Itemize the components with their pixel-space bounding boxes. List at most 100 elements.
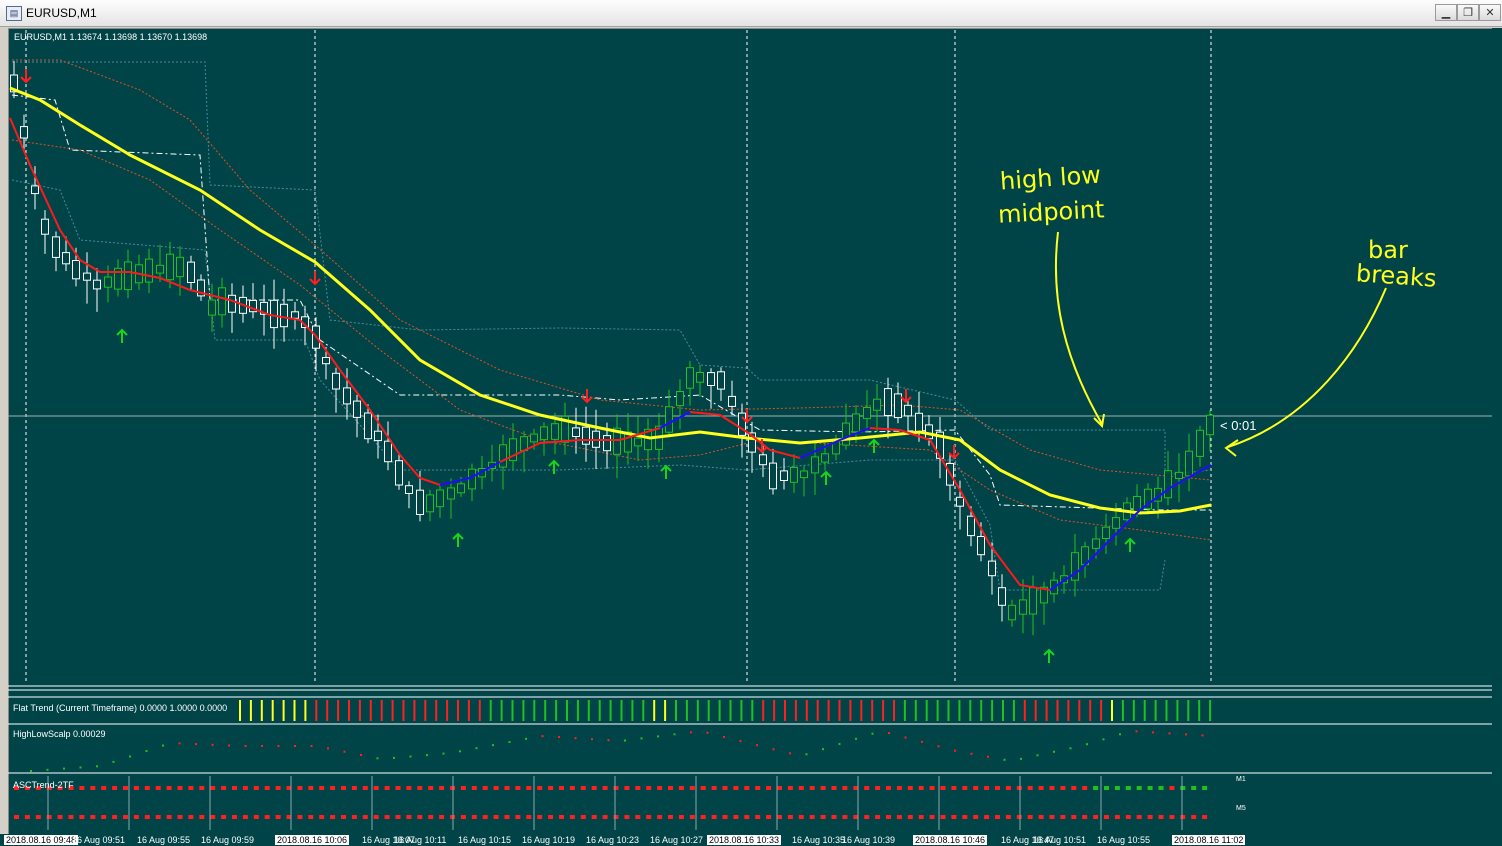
- candle: [436, 484, 444, 518]
- fast-ma-up-segment: [659, 411, 691, 429]
- time-axis-label: 16 Aug 10:39: [842, 835, 896, 845]
- asc-m5-block: [1202, 815, 1208, 819]
- asc-m1-block: [755, 786, 761, 790]
- asc-m5-block: [373, 815, 379, 819]
- asc-m5-block: [1071, 815, 1077, 819]
- candle-body: [20, 126, 28, 139]
- highlow-dot: [261, 745, 263, 747]
- asc-m1-block: [722, 786, 728, 790]
- asc-m5-block: [264, 815, 270, 819]
- highlow-dot: [96, 765, 98, 768]
- asc-m5-block: [351, 815, 357, 819]
- asc-m5-block: [591, 815, 597, 819]
- asc-m5-block: [362, 815, 368, 819]
- candle: [1081, 541, 1089, 578]
- candle-body: [780, 470, 788, 481]
- asc-tf2-label: M5: [1236, 805, 1246, 812]
- candle-body: [686, 367, 694, 389]
- highlow-dot: [541, 735, 544, 738]
- highlow-dot: [591, 738, 593, 741]
- asc-m1-block: [940, 786, 946, 790]
- highlow-dot: [376, 757, 379, 760]
- asc-m1-block: [907, 786, 913, 790]
- bar-note-line2: breaks: [1355, 259, 1438, 293]
- candle: [582, 406, 590, 462]
- candle: [717, 367, 725, 401]
- chart-canvas[interactable]: [0, 0, 1502, 846]
- candle-body: [384, 440, 392, 463]
- candle-body: [1008, 604, 1016, 621]
- candle: [228, 283, 236, 333]
- candle: [41, 210, 49, 254]
- highlow-dot: [640, 737, 643, 740]
- candle: [686, 360, 694, 406]
- candle-body: [374, 430, 382, 442]
- candle-body: [790, 467, 798, 483]
- asc-m1-block: [395, 786, 401, 790]
- asc-m5-block: [1049, 815, 1055, 819]
- highlow-dot: [937, 745, 940, 748]
- candle-body: [426, 494, 434, 513]
- candle-body: [395, 460, 403, 486]
- asc-m1-block: [79, 786, 85, 790]
- asc-m1-block: [1038, 786, 1044, 790]
- asc-m1-block: [319, 786, 325, 790]
- time-axis-label: 16 Aug 10:11: [394, 835, 447, 845]
- asc-m1-block: [613, 786, 619, 790]
- asc-m1-block: [864, 786, 870, 790]
- candle-body: [364, 412, 372, 440]
- highlow-dot: [690, 731, 692, 734]
- asc-m1-block: [624, 786, 630, 790]
- candle: [842, 403, 850, 450]
- time-axis-label: 16 Aug 10:27: [650, 835, 704, 845]
- candle-body: [62, 252, 70, 265]
- candle-body: [811, 456, 819, 474]
- asc-m5-block: [504, 815, 510, 819]
- time-axis-label: 2018.08.16 11:02: [1172, 835, 1246, 845]
- candle-body: [1206, 414, 1214, 436]
- candle: [249, 283, 257, 319]
- candle: [218, 277, 226, 328]
- asc-m5-block: [1027, 815, 1033, 819]
- asc-m5-block: [221, 815, 227, 819]
- asc-m5-block: [1093, 815, 1099, 819]
- highlow-dot: [838, 743, 841, 745]
- asc-m5-block: [24, 815, 30, 819]
- asc-m1-block: [1125, 786, 1131, 790]
- highlow-dot: [294, 745, 296, 747]
- asc-m5-block: [144, 815, 150, 819]
- asc-m1-block: [875, 786, 881, 790]
- asc-m1-block: [188, 786, 194, 790]
- asc-m5-block: [929, 815, 935, 819]
- highlow-dot: [1003, 758, 1006, 761]
- asc-m5-block: [232, 815, 237, 819]
- asc-m5-block: [1136, 815, 1142, 819]
- candle-body: [1112, 517, 1120, 529]
- asc-m1-block: [984, 786, 990, 790]
- candle: [260, 284, 268, 336]
- asc-m1-block: [1136, 786, 1142, 790]
- candle-body: [457, 483, 465, 494]
- candle-body: [884, 388, 892, 417]
- asc-m5-block: [166, 815, 172, 819]
- asc-m5-block: [1104, 815, 1109, 819]
- asc-m5-block: [35, 815, 41, 819]
- asc-m1-block: [133, 786, 139, 790]
- asc-m1-block: [210, 786, 216, 790]
- candle: [613, 414, 621, 479]
- asc-m5-block: [722, 815, 728, 819]
- candle: [1019, 579, 1027, 634]
- asc-m5-block: [188, 815, 194, 819]
- candle-body: [41, 218, 49, 235]
- candle: [800, 465, 808, 497]
- asc-m1-block: [515, 786, 521, 790]
- highlow-dot: [178, 742, 181, 745]
- highlow-dot: [63, 767, 65, 770]
- candle-body: [1019, 599, 1027, 615]
- asc-m5-block: [668, 815, 673, 819]
- time-axis-label: 16 Aug 09:59: [201, 835, 255, 845]
- candle: [1185, 433, 1193, 492]
- time-axis-label: 16 Aug 10:35: [792, 835, 846, 845]
- asc-m5-block: [57, 815, 63, 819]
- highlow-dot: [1135, 730, 1138, 733]
